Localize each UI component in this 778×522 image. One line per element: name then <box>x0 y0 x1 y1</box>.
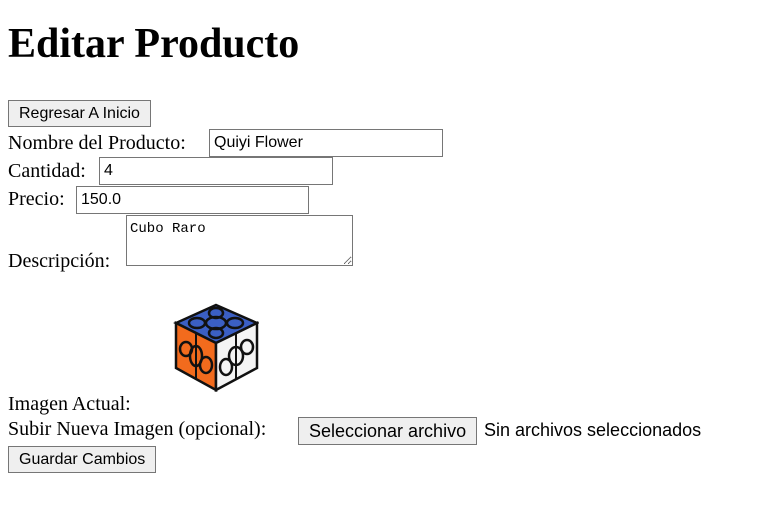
price-label: Precio: <box>8 188 65 210</box>
price-input[interactable] <box>76 186 309 214</box>
quantity-input[interactable] <box>99 157 333 185</box>
description-textarea[interactable]: Cubo Raro <box>126 215 353 266</box>
back-to-home-button[interactable]: Regresar A Inicio <box>8 100 151 127</box>
current-image-label: Imagen Actual: <box>8 393 131 415</box>
select-file-button[interactable]: Seleccionar archivo <box>298 417 478 445</box>
page-title: Editar Producto <box>8 21 300 67</box>
description-label: Descripción: <box>8 250 111 272</box>
file-status-text: Sin archivos seleccionados <box>484 420 702 440</box>
quantity-label: Cantidad: <box>8 160 86 182</box>
product-name-input[interactable] <box>209 129 443 157</box>
product-name-label: Nombre del Producto: <box>8 132 186 154</box>
upload-image-label: Subir Nueva Imagen (opcional): <box>8 418 267 440</box>
save-changes-button[interactable]: Guardar Cambios <box>8 446 157 473</box>
product-image <box>173 303 259 392</box>
